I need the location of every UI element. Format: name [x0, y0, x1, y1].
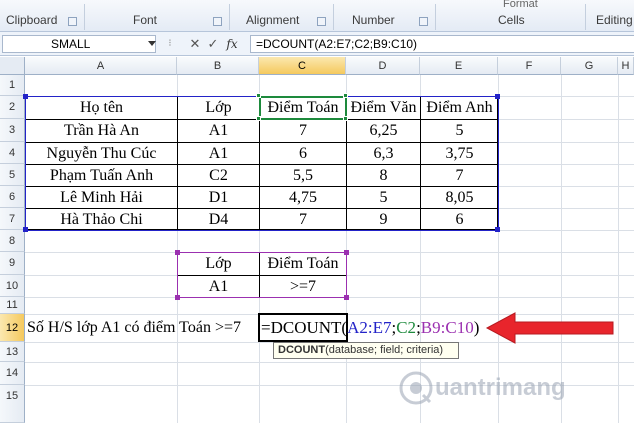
row-header-14[interactable]: 14 — [0, 362, 25, 385]
number-launcher-icon[interactable] — [419, 17, 428, 26]
ribbon-group-font: Font — [133, 13, 158, 27]
ribbon-separator — [435, 4, 436, 30]
gridline — [618, 75, 619, 423]
range-handle[interactable] — [175, 295, 180, 300]
column-header-h[interactable]: H — [618, 57, 634, 75]
cell-formula-editor[interactable]: =DCOUNT(A2:E7;C2;B9:C10) — [261, 318, 479, 340]
row-header-6[interactable]: 6 — [0, 186, 25, 208]
cancel-icon[interactable]: ✕ — [187, 36, 203, 52]
clipboard-launcher-icon[interactable] — [68, 17, 77, 26]
range-handle[interactable] — [495, 94, 500, 99]
tooltip-args: (database; field; criteria) — [325, 344, 444, 356]
range-handle[interactable] — [343, 116, 348, 121]
range-highlight-field — [259, 96, 347, 120]
column-header-g[interactable]: G — [561, 57, 618, 75]
ribbon-group-clipboard: Clipboard — [6, 13, 58, 27]
tooltip-function-name[interactable]: DCOUNT — [278, 344, 325, 356]
enter-icon[interactable]: ✓ — [205, 36, 221, 52]
row-header-11[interactable]: 11 — [0, 297, 25, 314]
insert-function-icon[interactable]: fx — [224, 36, 240, 52]
range-handle[interactable] — [256, 116, 261, 121]
formula-arg-field: C2 — [396, 318, 417, 337]
ribbon-group-cells: Cells — [498, 13, 525, 27]
alignment-launcher-icon[interactable] — [317, 17, 326, 26]
name-box-dropdown-icon[interactable] — [148, 41, 156, 46]
ribbon-group-alignment: Alignment — [246, 13, 300, 27]
ribbon-separator — [333, 4, 334, 30]
column-header-d[interactable]: D — [346, 57, 420, 75]
range-highlight-criteria — [177, 252, 347, 298]
row-header-9[interactable]: 9 — [0, 252, 25, 275]
row-header-4[interactable]: 4 — [0, 142, 25, 164]
range-handle[interactable] — [23, 227, 28, 232]
watermark: uantrimang — [399, 371, 599, 407]
formula-prefix: =DCOUNT( — [261, 318, 348, 337]
name-box[interactable]: SMALL — [2, 35, 156, 53]
formula-suffix: ) — [473, 318, 480, 337]
formula-arg-criteria: B9:C10 — [420, 318, 474, 337]
ribbon-separator — [585, 4, 586, 30]
row-header-12[interactable]: 12 — [0, 314, 25, 342]
watermark-logo-icon — [399, 371, 433, 405]
row-header-1[interactable]: 1 — [0, 75, 25, 96]
row-header-15[interactable]: 15 — [0, 385, 25, 423]
select-all-corner[interactable] — [0, 57, 25, 75]
row-header-7[interactable]: 7 — [0, 208, 25, 230]
row-header-10[interactable]: 10 — [0, 275, 25, 297]
column-header-e[interactable]: E — [420, 57, 498, 75]
range-handle[interactable] — [344, 295, 349, 300]
column-header-a[interactable]: A — [25, 57, 177, 75]
range-handle[interactable] — [256, 93, 261, 98]
ribbon-format-cut[interactable]: Format — [503, 0, 538, 10]
ribbon-separator — [229, 4, 230, 30]
range-handle[interactable] — [495, 227, 500, 232]
row-header-3[interactable]: 3 — [0, 119, 25, 142]
row-header-2[interactable]: 2 — [0, 96, 25, 119]
ribbon-separator — [84, 4, 85, 30]
ribbon-group-editing: Editing — [596, 13, 633, 27]
font-launcher-icon[interactable] — [213, 17, 222, 26]
formula-arg-database: A2:E7 — [347, 318, 392, 337]
ribbon — [0, 0, 634, 32]
row-header-8[interactable]: 8 — [0, 230, 25, 252]
range-handle[interactable] — [175, 250, 180, 255]
function-tooltip: DCOUNT(database; field; criteria) — [273, 342, 459, 359]
red-arrow-icon — [485, 312, 614, 344]
range-handle[interactable] — [343, 93, 348, 98]
ribbon-group-number: Number — [352, 13, 395, 27]
formula-bar-resize-icon[interactable]: ⁝ — [162, 36, 178, 52]
row12-label[interactable]: Số H/S lớp A1 có điểm Toán >=7 — [27, 314, 241, 342]
formula-input[interactable]: =DCOUNT(A2:E7;C2;B9:C10) — [250, 35, 634, 53]
range-handle[interactable] — [344, 250, 349, 255]
column-header-b[interactable]: B — [177, 57, 259, 75]
row-header-13[interactable]: 13 — [0, 342, 25, 362]
gridline — [25, 362, 634, 363]
row-header-5[interactable]: 5 — [0, 164, 25, 186]
column-header-c[interactable]: C — [259, 57, 346, 75]
column-header-f[interactable]: F — [498, 57, 561, 75]
watermark-text: uantrimang — [435, 374, 566, 401]
range-handle[interactable] — [23, 94, 28, 99]
